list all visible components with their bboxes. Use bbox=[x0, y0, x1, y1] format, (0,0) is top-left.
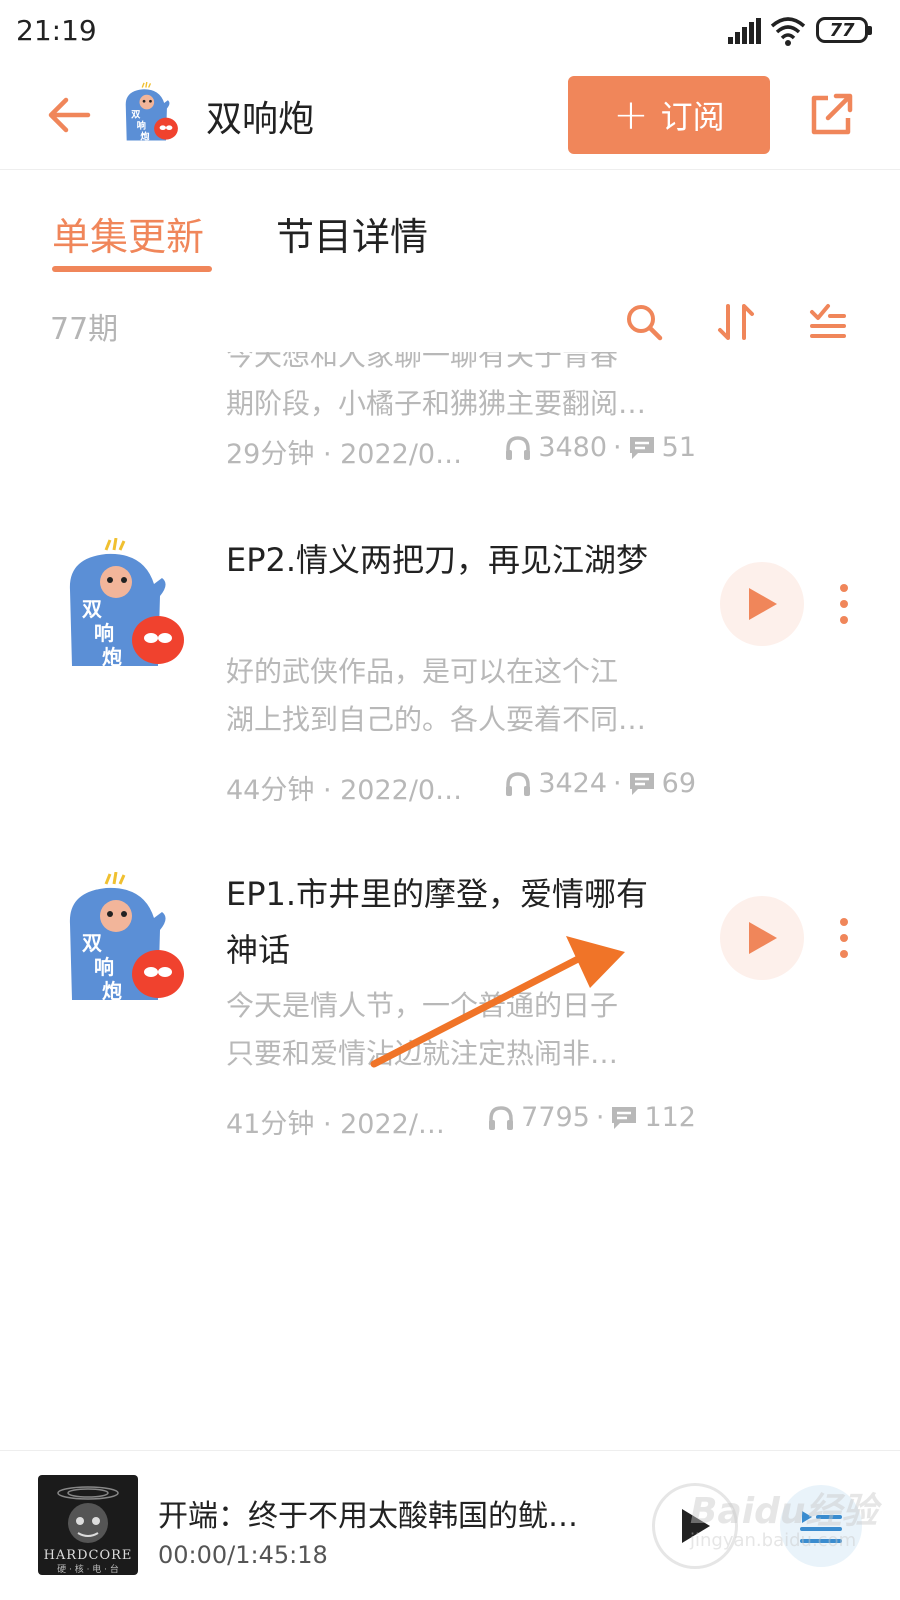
podcast-avatar: 双 响 炮 bbox=[125, 82, 178, 143]
svg-text:双: 双 bbox=[131, 110, 141, 121]
desc-line: 只要和爱情沾边就注定热闹非… bbox=[226, 1037, 619, 1070]
play-icon bbox=[749, 922, 777, 954]
play-icon bbox=[749, 588, 777, 620]
status-time: 21:19 bbox=[16, 14, 97, 47]
podcast-header: 双 响 炮 双响炮 + 订阅 bbox=[0, 64, 900, 170]
now-playing-title: 开端：终于不用太酸韩国的鱿… bbox=[158, 1499, 578, 1534]
back-arrow-icon[interactable] bbox=[44, 90, 94, 140]
headphones-icon bbox=[489, 1105, 514, 1130]
active-tab-indicator bbox=[52, 266, 212, 272]
episode-list: 今天想和大家聊一聊有关于青春 期阶段，小橘子和狒狒主要翻阅… 29分钟 · 20… bbox=[0, 352, 900, 1172]
play-count: 7795 bbox=[521, 1102, 590, 1133]
play-count: 3480 bbox=[538, 432, 608, 463]
svg-text:响: 响 bbox=[94, 621, 114, 645]
batch-select-icon[interactable] bbox=[808, 302, 848, 342]
comment-count: 112 bbox=[644, 1102, 696, 1133]
episode-description: 今天是情人节，一个普通的日子 只要和爱情沾边就注定热闹非… bbox=[226, 982, 696, 1078]
episode-cover: 双 响 炮 bbox=[69, 872, 184, 1003]
comment-icon bbox=[629, 772, 654, 795]
comment-icon bbox=[629, 436, 654, 459]
desc-line: 湖上找到自己的。各人耍着不同… bbox=[226, 703, 647, 736]
watermark-url: jingyan.baidu.com bbox=[690, 1530, 857, 1551]
svg-text:响: 响 bbox=[94, 955, 114, 979]
duration-date: 29分钟 · 2022/0… bbox=[226, 439, 463, 470]
separator-dot: · bbox=[613, 432, 622, 463]
podcast-title: 双响炮 bbox=[206, 99, 315, 140]
episode-toolbar: 77期 bbox=[0, 296, 900, 352]
now-playing-cover: HARDCORE 硬 · 核 · 电 · 台 bbox=[38, 1475, 138, 1575]
episode-meta: 29分钟 · 2022/0… 3480 · 51 bbox=[226, 432, 696, 472]
play-button[interactable] bbox=[720, 896, 804, 980]
wifi-icon bbox=[770, 17, 806, 46]
battery-indicator: 77 bbox=[816, 17, 872, 43]
plus-icon: + bbox=[613, 90, 649, 139]
svg-text:双: 双 bbox=[82, 931, 102, 955]
playback-time: 00:00/1:45:18 bbox=[158, 1541, 328, 1569]
duration-date: 44分钟 · 2022/0… bbox=[226, 775, 463, 806]
desc-line: 好的武侠作品，是可以在这个江 bbox=[226, 655, 619, 688]
signal-icon bbox=[728, 18, 761, 44]
stats: 7795 · 112 bbox=[487, 1102, 696, 1133]
list-item[interactable]: 今天想和大家聊一聊有关于青春 期阶段，小橘子和狒狒主要翻阅… 29分钟 · 20… bbox=[0, 352, 900, 492]
stats: 3424 · 69 bbox=[504, 768, 696, 799]
separator-dot: · bbox=[595, 1102, 605, 1133]
svg-text:双: 双 bbox=[82, 597, 102, 621]
comment-count: 51 bbox=[661, 432, 696, 463]
comment-count: 69 bbox=[661, 768, 696, 799]
share-icon[interactable] bbox=[806, 90, 856, 140]
tab-details[interactable]: 节目详情 bbox=[276, 206, 428, 261]
more-options-icon[interactable] bbox=[834, 916, 854, 960]
watermark: Baidu经验 jingyan.baidu.com bbox=[686, 1482, 886, 1572]
episode-cover: 双 响 炮 bbox=[69, 538, 184, 669]
duration-date: 41分钟 · 2022/… bbox=[226, 1109, 445, 1140]
svg-text:响: 响 bbox=[137, 120, 146, 132]
status-bar: 21:19 77 bbox=[0, 0, 900, 64]
sort-icon[interactable] bbox=[716, 302, 756, 342]
separator-dot: · bbox=[613, 768, 622, 799]
episode-meta: 44分钟 · 2022/0… 3424 · 69 bbox=[226, 768, 696, 808]
desc-line: 今天想和大家聊一聊有关于青春 bbox=[226, 352, 619, 372]
svg-text:炮: 炮 bbox=[102, 979, 122, 1003]
list-item[interactable]: 双 响 炮 EP2.情义两把刀，再见江湖梦 好的武侠作品，是可以在这个江 湖上找… bbox=[0, 528, 900, 828]
episode-description: 今天想和大家聊一聊有关于青春 期阶段，小橘子和狒狒主要翻阅… bbox=[226, 352, 696, 428]
cover-subtitle: 硬 · 核 · 电 · 台 bbox=[57, 1565, 119, 1575]
play-count: 3424 bbox=[538, 768, 608, 799]
episode-description: 好的武侠作品，是可以在这个江 湖上找到自己的。各人耍着不同… bbox=[226, 648, 696, 744]
search-icon[interactable] bbox=[624, 302, 664, 342]
subscribe-label: 订阅 bbox=[660, 98, 725, 136]
tab-bar: 单集更新 节目详情 bbox=[0, 206, 900, 276]
tab-episodes[interactable]: 单集更新 bbox=[52, 206, 204, 261]
stats: 3480 · 51 bbox=[504, 432, 696, 463]
list-item[interactable]: 双 响 炮 EP1.市井里的摩登，爱情哪有神话 今天是情人节，一个普通的日子 只… bbox=[0, 862, 900, 1162]
desc-line: 期阶段，小橘子和狒狒主要翻阅… bbox=[226, 387, 647, 420]
play-button[interactable] bbox=[720, 562, 804, 646]
comment-icon bbox=[612, 1106, 637, 1129]
svg-text:炮: 炮 bbox=[140, 131, 149, 143]
more-options-icon[interactable] bbox=[834, 582, 854, 626]
episode-title[interactable]: EP2.情义两把刀，再见江湖梦 bbox=[226, 532, 676, 588]
svg-text:炮: 炮 bbox=[102, 645, 122, 669]
episode-meta: 41分钟 · 2022/… 7795 · 112 bbox=[226, 1102, 696, 1142]
episode-title[interactable]: EP1.市井里的摩登，爱情哪有神话 bbox=[226, 866, 676, 978]
headphones-icon bbox=[506, 435, 531, 460]
subscribe-button[interactable]: + 订阅 bbox=[568, 76, 770, 154]
headphones-icon bbox=[506, 771, 531, 796]
cover-title: HARDCORE bbox=[43, 1548, 133, 1563]
episode-count: 77期 bbox=[50, 312, 119, 347]
desc-line: 今天是情人节，一个普通的日子 bbox=[226, 989, 619, 1022]
watermark-logo: Baidu经验 bbox=[690, 1491, 878, 1532]
